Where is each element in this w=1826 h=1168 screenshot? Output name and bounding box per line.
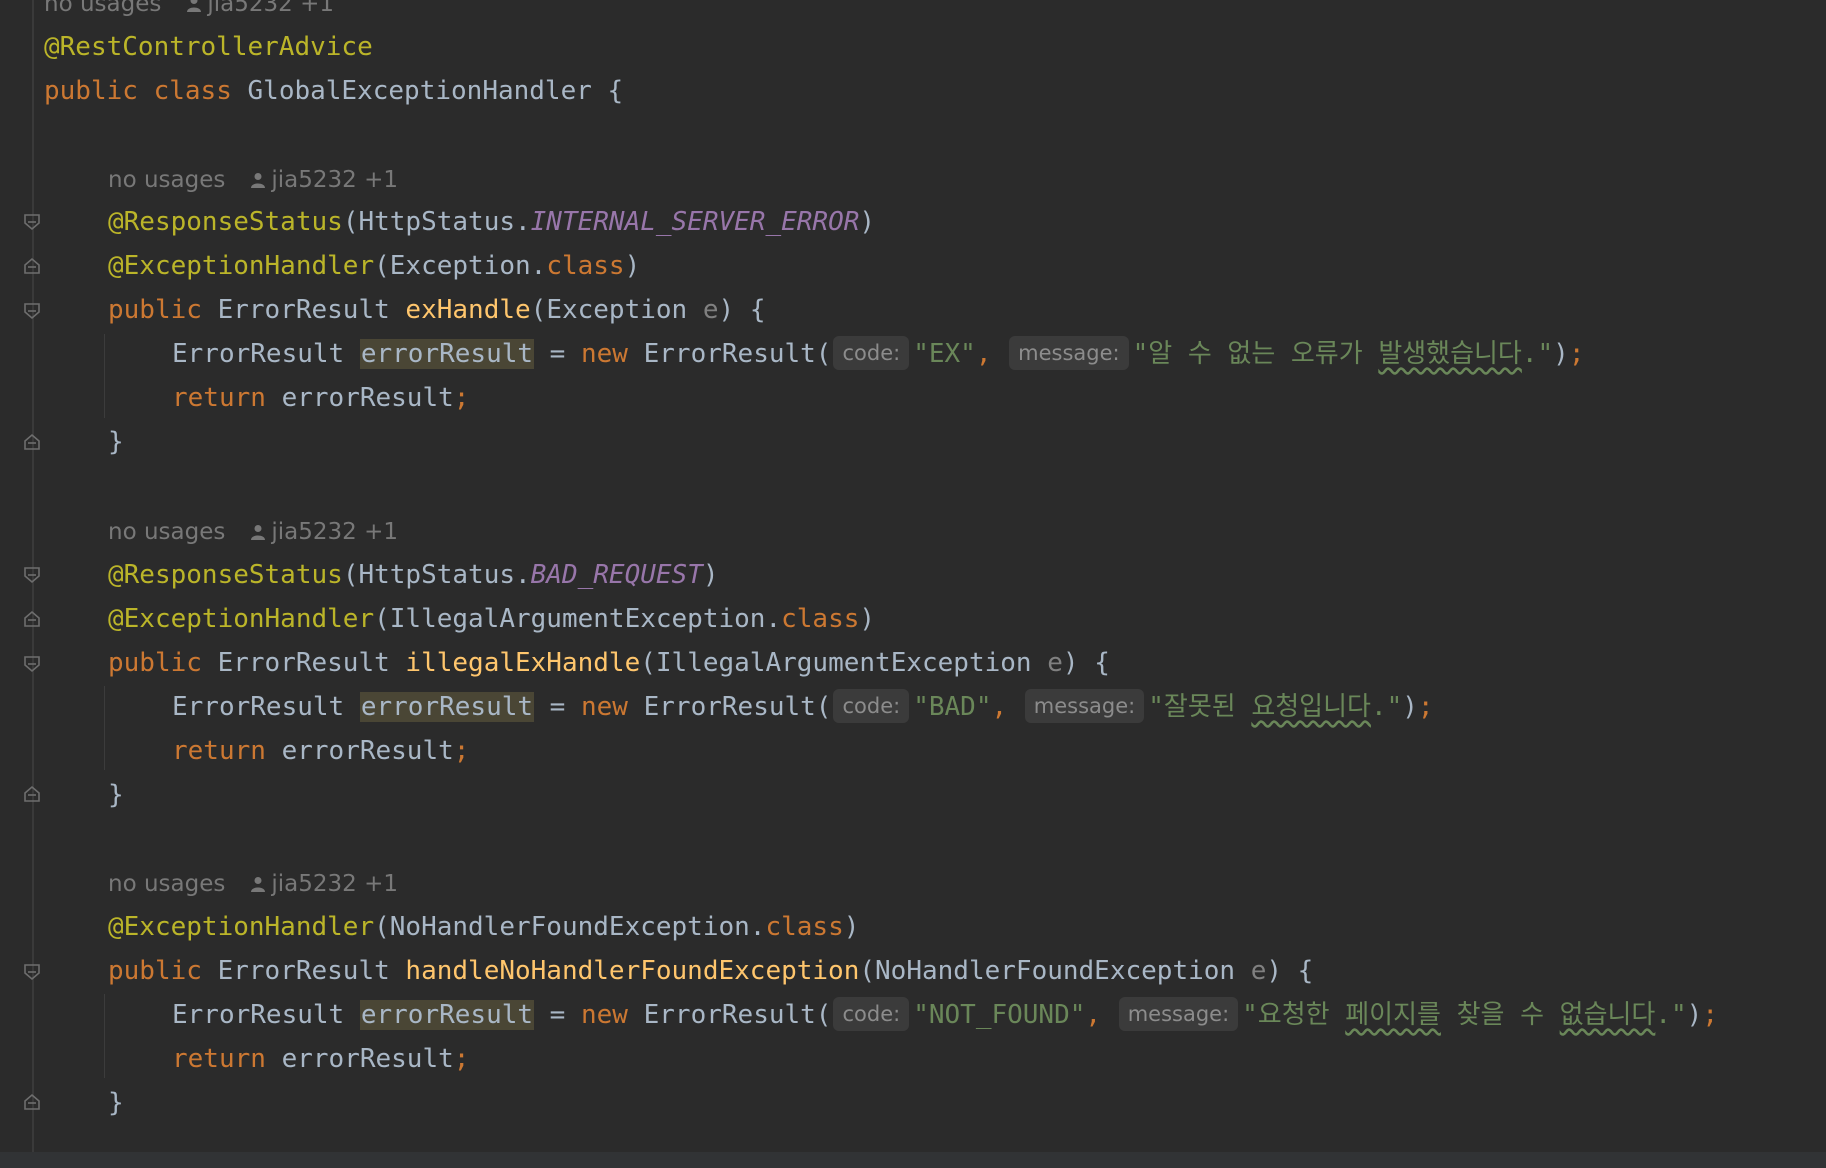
code-editor[interactable]: no usages jia5232 +1 @RestControllerAdvic… bbox=[0, 0, 1826, 1168]
fold-end-icon[interactable] bbox=[23, 785, 41, 803]
user-icon bbox=[251, 173, 266, 188]
param-hint-message: message: bbox=[1009, 336, 1129, 370]
code-line-return[interactable]: return errorResult; bbox=[172, 729, 469, 773]
fold-start-icon[interactable] bbox=[23, 655, 41, 673]
fold-end-icon[interactable] bbox=[23, 610, 41, 628]
fold-end-icon[interactable] bbox=[23, 257, 41, 275]
author-hint[interactable]: jia5232 +1 bbox=[251, 871, 398, 897]
param-hint-code: code: bbox=[833, 689, 910, 723]
user-icon bbox=[187, 0, 202, 12]
code-line-exception-handler[interactable]: @ExceptionHandler(IllegalArgumentExcepti… bbox=[108, 597, 875, 641]
usages-hint[interactable]: no usages bbox=[44, 0, 161, 17]
fold-start-icon[interactable] bbox=[23, 963, 41, 981]
code-line-class-declaration[interactable]: public class GlobalExceptionHandler { bbox=[44, 69, 623, 113]
code-vision-hint[interactable]: no usages jia5232 +1 bbox=[108, 866, 398, 902]
author-hint[interactable]: jia5232 +1 bbox=[187, 0, 334, 17]
param-hint-code: code: bbox=[833, 336, 910, 370]
code-line-method-signature[interactable]: public ErrorResult exHandle(Exception e)… bbox=[108, 288, 765, 332]
spelling-warning[interactable]: 발생했습니다 bbox=[1378, 339, 1522, 369]
highlighted-identifier: errorResult bbox=[359, 1000, 535, 1030]
fold-start-icon[interactable] bbox=[23, 302, 41, 320]
fold-end-icon[interactable] bbox=[23, 1093, 41, 1111]
spelling-warning[interactable]: 페이지를 bbox=[1345, 1000, 1441, 1030]
spelling-warning[interactable]: 없습니다 bbox=[1560, 1000, 1656, 1030]
code-line-response-status[interactable]: @ResponseStatus(HttpStatus.BAD_REQUEST) bbox=[108, 553, 719, 597]
usages-hint[interactable]: no usages bbox=[108, 871, 225, 897]
code-vision-hint[interactable]: no usages jia5232 +1 bbox=[108, 162, 398, 198]
code-line-close-brace[interactable]: } bbox=[108, 1081, 124, 1125]
horizontal-scrollbar[interactable] bbox=[0, 1152, 1826, 1168]
user-icon bbox=[251, 877, 266, 892]
user-icon bbox=[251, 525, 266, 540]
code-line-error-result-assign[interactable]: ErrorResult errorResult = new ErrorResul… bbox=[172, 332, 1584, 376]
code-line-method-signature[interactable]: public ErrorResult handleNoHandlerFoundE… bbox=[108, 949, 1313, 993]
code-line-return[interactable]: return errorResult; bbox=[172, 376, 469, 420]
code-line-method-signature[interactable]: public ErrorResult illegalExHandle(Illeg… bbox=[108, 641, 1110, 685]
usages-hint[interactable]: no usages bbox=[108, 519, 225, 545]
code-line-close-brace[interactable]: } bbox=[108, 420, 124, 464]
code-line-exception-handler[interactable]: @ExceptionHandler(Exception.class) bbox=[108, 244, 640, 288]
usages-hint[interactable]: no usages bbox=[108, 167, 225, 193]
code-line-close-brace[interactable]: } bbox=[108, 773, 124, 817]
param-hint-message: message: bbox=[1024, 689, 1145, 723]
highlighted-identifier: errorResult bbox=[359, 692, 535, 722]
spelling-warning[interactable]: 요청입니다 bbox=[1251, 692, 1371, 722]
code-line-error-result-assign[interactable]: ErrorResult errorResult = new ErrorResul… bbox=[172, 993, 1718, 1037]
indent-guide bbox=[104, 334, 105, 418]
code-line-error-result-assign[interactable]: ErrorResult errorResult = new ErrorResul… bbox=[172, 685, 1434, 729]
code-vision-hint[interactable]: no usages jia5232 +1 bbox=[44, 0, 334, 22]
fold-start-icon[interactable] bbox=[23, 213, 41, 231]
fold-start-icon[interactable] bbox=[23, 566, 41, 584]
code-line-return[interactable]: return errorResult; bbox=[172, 1037, 469, 1081]
param-hint-message: message: bbox=[1118, 997, 1239, 1031]
param-hint-code: code: bbox=[833, 997, 910, 1031]
code-line-response-status[interactable]: @ResponseStatus(HttpStatus.INTERNAL_SERV… bbox=[108, 200, 875, 244]
author-hint[interactable]: jia5232 +1 bbox=[251, 519, 398, 545]
indent-guide bbox=[104, 686, 105, 770]
highlighted-identifier: errorResult bbox=[359, 339, 535, 369]
indent-guide bbox=[104, 994, 105, 1078]
author-hint[interactable]: jia5232 +1 bbox=[251, 167, 398, 193]
code-vision-hint[interactable]: no usages jia5232 +1 bbox=[108, 514, 398, 550]
fold-end-icon[interactable] bbox=[23, 433, 41, 451]
code-line-exception-handler[interactable]: @ExceptionHandler(NoHandlerFoundExceptio… bbox=[108, 905, 859, 949]
code-line-class-annotation[interactable]: @RestControllerAdvice bbox=[44, 25, 373, 69]
